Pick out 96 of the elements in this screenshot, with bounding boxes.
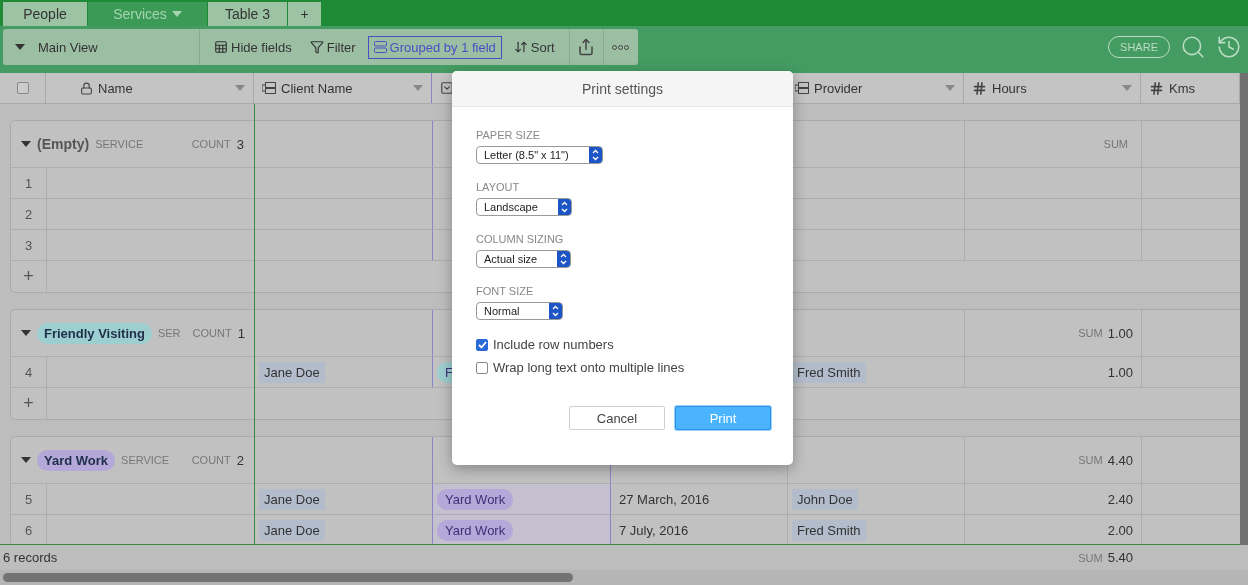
row-number: 5 [24, 491, 33, 507]
group-field-label: SER [157, 327, 181, 339]
scrollbar[interactable] [3, 573, 573, 582]
scrollbar[interactable] [1240, 73, 1248, 545]
toolbar-button[interactable]: Filter [303, 35, 362, 59]
dropdown-icon [171, 11, 182, 17]
add-tab-button[interactable]: + [288, 2, 322, 26]
add-row-button[interactable]: + [23, 393, 34, 414]
toolbar-button[interactable]: Sort [507, 35, 561, 59]
group-tag: Yard Work [37, 449, 116, 471]
date-text: 27 March, 2016 [618, 491, 710, 507]
row-number: 1 [24, 175, 33, 191]
toolbar-button[interactable]: Grouped by 1 field [367, 35, 502, 59]
collapse-icon[interactable] [21, 141, 31, 147]
sort-icon [513, 40, 528, 54]
sum-label: SUM [1078, 551, 1103, 564]
linked-records-icon [262, 82, 276, 94]
dropdown-icon [413, 85, 423, 91]
group-tag: Friendly Visiting [37, 322, 152, 344]
lock-icon [80, 81, 93, 95]
sum-value: 1.00 [1107, 325, 1133, 341]
table-tab[interactable]: People [3, 2, 88, 26]
row-number: 2 [24, 206, 33, 222]
linked-record-chip: Jane Doe [259, 488, 325, 510]
setting-label: FONT SIZE [476, 285, 535, 297]
count-label: COUNT [191, 138, 231, 150]
linked-record-chip: John Doe [792, 488, 858, 510]
sum-value: 5.40 [1107, 550, 1133, 565]
row-number: 3 [24, 237, 33, 253]
share-icon [577, 38, 596, 56]
checkbox-label: Wrap long text onto multiple lines [493, 360, 685, 375]
service-tag: Yard Work [437, 488, 514, 510]
view-switcher[interactable]: Main View [3, 29, 200, 65]
count-value: 3 [236, 136, 244, 152]
setting-label: PAPER SIZE [476, 129, 541, 141]
caret-icon [15, 44, 25, 50]
linked-record-chip: Fred Smith [792, 361, 866, 383]
sum-label: SUM [1103, 138, 1128, 150]
linked-record-chip: Jane Doe [259, 519, 325, 541]
dropdown-icon [945, 85, 955, 91]
linked-records-icon [795, 82, 809, 94]
history-icon[interactable] [1216, 34, 1242, 60]
select-field[interactable]: Letter (8.5" x 11") [476, 146, 603, 164]
stepper-icon [549, 303, 562, 319]
date-text: 7 July, 2016 [618, 522, 689, 538]
dropdown-icon [235, 85, 245, 91]
number-icon [972, 80, 987, 96]
column-header[interactable]: Name [46, 73, 254, 103]
row-number: 4 [24, 364, 33, 380]
setting-label: COLUMN SIZING [476, 233, 565, 245]
row-number: 6 [24, 522, 33, 538]
cancel-button[interactable]: Cancel [569, 406, 665, 430]
group-icon [373, 41, 387, 53]
setting-label: LAYOUT [476, 181, 521, 193]
stepper-icon [588, 147, 602, 163]
more-icon [612, 44, 630, 50]
checkbox[interactable] [476, 361, 488, 374]
column-header[interactable]: Client Name [254, 73, 432, 103]
hours-value: 2.00 [1107, 522, 1133, 538]
checkbox-label: Include row numbers [493, 337, 614, 352]
select-all-checkbox[interactable] [16, 82, 29, 94]
select-field[interactable]: Landscape [476, 198, 572, 216]
number-icon [1149, 80, 1164, 96]
count-value: 2 [236, 452, 244, 468]
group-field-label: SERVICE [121, 454, 170, 466]
table-icon [214, 40, 228, 54]
count-label: COUNT [191, 454, 231, 466]
toolbar-button[interactable]: Hide fields [208, 35, 298, 59]
search-icon[interactable] [1180, 34, 1206, 60]
select-field[interactable]: Actual size [476, 250, 572, 268]
stepper-icon [557, 199, 571, 215]
hours-value: 1.00 [1107, 364, 1133, 380]
linked-record-chip: Jane Doe [259, 361, 325, 383]
group-title: (Empty) [37, 136, 90, 152]
collapse-icon[interactable] [21, 330, 31, 336]
add-row-button[interactable]: + [23, 266, 34, 287]
collapse-icon[interactable] [21, 457, 31, 463]
table-tab[interactable]: Table 3 [208, 2, 288, 26]
group-field-label: SERVICE [95, 138, 144, 150]
sum-label: SUM [1078, 454, 1103, 466]
single-select-icon [440, 81, 454, 95]
stepper-icon [557, 251, 571, 267]
checkbox[interactable] [476, 338, 488, 351]
linked-record-chip: Fred Smith [792, 519, 866, 541]
hours-value: 2.40 [1107, 491, 1133, 507]
column-header[interactable]: Hours [964, 73, 1141, 103]
count-label: COUNT [192, 327, 232, 339]
sum-value: 4.40 [1107, 452, 1133, 468]
sum-label: SUM [1078, 327, 1103, 339]
record-count: 6 records [3, 550, 58, 565]
filter-icon [309, 40, 324, 54]
dropdown-icon [1122, 85, 1132, 91]
service-tag: Yard Work [437, 519, 514, 541]
dialog-title: Print settings [582, 80, 663, 97]
select-field[interactable]: Normal [476, 302, 563, 320]
count-value: 1 [237, 325, 245, 341]
